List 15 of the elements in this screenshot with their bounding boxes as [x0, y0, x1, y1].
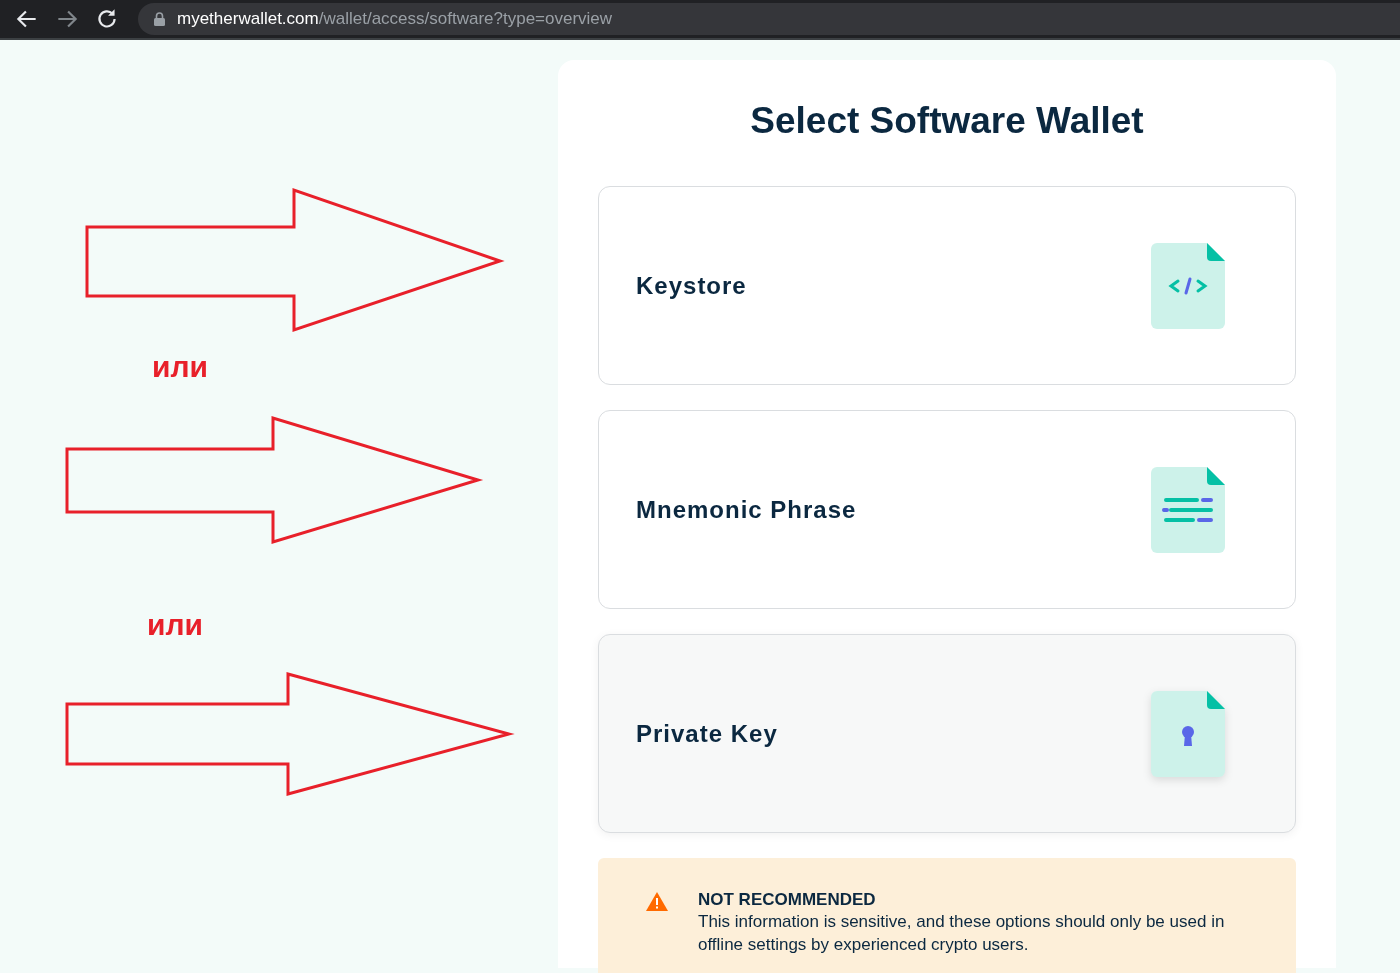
code-file-icon [1151, 242, 1225, 329]
address-bar[interactable]: myetherwallet.com/wallet/access/software?type=overview [138, 3, 1400, 35]
annotation-label: или [152, 350, 208, 384]
wallet-option[interactable]: Keystore [598, 186, 1296, 385]
lock-icon [154, 12, 165, 26]
warning-icon [646, 892, 668, 911]
url-text: myetherwallet.com/wallet/access/software?type=overview [177, 9, 613, 29]
text-file-icon [1151, 466, 1225, 553]
annotation-label: или [147, 608, 203, 642]
page-title: Select Software Wallet [749, 100, 1145, 142]
wallet-option[interactable]: Private Key [598, 634, 1296, 833]
warning-title: NOT RECOMMENDED [698, 890, 877, 910]
keyhole-file-icon [1151, 690, 1225, 777]
warning-text: This information is sensitive, and these options should only be used in offline settings by experienced crypto users. [698, 911, 1226, 956]
wallet-option[interactable]: Mnemonic Phrase [598, 410, 1296, 609]
